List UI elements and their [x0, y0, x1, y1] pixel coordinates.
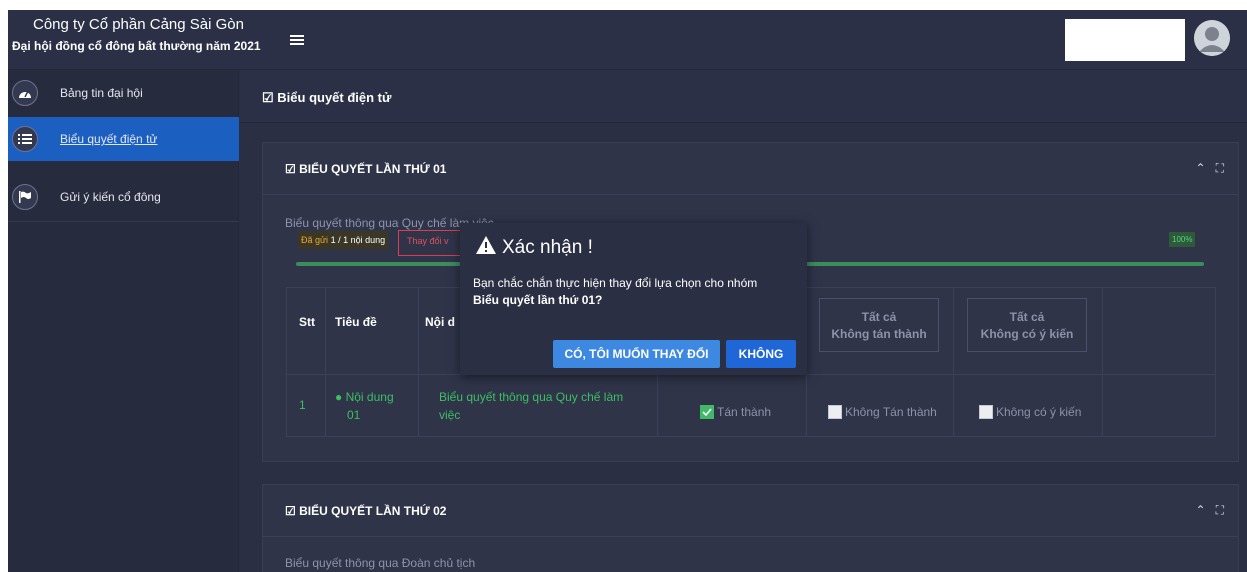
- user-info-box[interactable]: [1065, 19, 1185, 61]
- vote-card-title: ☑ BIỂU QUYẾT LẦN THỨ 02: [285, 504, 447, 518]
- checkbox-icon: [828, 405, 842, 419]
- warning-icon: [476, 236, 496, 260]
- dialog-title: Xác nhận !: [476, 236, 593, 260]
- vote-card-header: ☑ BIỂU QUYẾT LẦN THỨ 02 ⌃ ⛶: [263, 485, 1238, 537]
- fullscreen-icon[interactable]: ⛶: [1216, 503, 1224, 517]
- column-header-stt: Stt: [299, 315, 315, 329]
- company-name: Công ty Cổ phần Cảng Sài Gòn: [33, 16, 244, 33]
- collapse-icon[interactable]: ⌃: [1196, 161, 1206, 175]
- progress-percent: 100%: [1169, 232, 1196, 247]
- row-content: Biểu quyết thông qua Quy chế làm việc: [439, 390, 624, 422]
- sidebar: Bảng tin đại hội Biểu quyết điện tử Gửi …: [8, 71, 239, 572]
- card-tools: ⌃ ⛶: [1196, 503, 1224, 518]
- vote-card-title: ☑ BIỂU QUYẾT LẦN THỨ 01: [285, 162, 447, 176]
- row-stt: 1: [299, 398, 306, 412]
- flag-icon: [12, 184, 38, 210]
- all-disagree-button[interactable]: Tất cả Không tán thành: [819, 298, 939, 352]
- vote-card-2: ☑ BIỂU QUYẾT LẦN THỨ 02 ⌃ ⛶ Biểu quyết t…: [262, 484, 1239, 572]
- sidebar-item-feedback[interactable]: Gửi ý kiến cổ đông: [8, 175, 239, 219]
- sidebar-item-label: Gửi ý kiến cổ đông: [60, 190, 161, 204]
- app-frame: Công ty Cổ phần Cảng Sài Gòn Đại hội đồn…: [8, 10, 1247, 572]
- agree-checkbox[interactable]: Tán thành: [700, 405, 771, 419]
- confirm-dialog: Xác nhận ! Bạn chắc chắn thực hiện thay …: [460, 223, 807, 375]
- user-avatar-icon[interactable]: [1194, 20, 1230, 56]
- column-header-content: Nội d: [425, 315, 455, 329]
- card-tools: ⌃ ⛶: [1196, 161, 1224, 176]
- collapse-icon[interactable]: ⌃: [1196, 503, 1206, 517]
- page-title: ☑ Biểu quyết điện tử: [262, 90, 392, 105]
- dashboard-icon: [12, 80, 38, 106]
- disagree-checkbox[interactable]: Không Tán thành: [828, 405, 937, 419]
- sidebar-item-label: Biểu quyết điện tử: [60, 132, 158, 146]
- column-header-title: Tiêu đề: [335, 315, 377, 329]
- dialog-message: Bạn chắc chắn thực hiện thay đổi lựa chọ…: [473, 276, 758, 307]
- sidebar-item-evote[interactable]: Biểu quyết điện tử: [8, 117, 239, 161]
- check-circle-icon: ●: [335, 390, 343, 404]
- vote-card-header: ☑ BIỂU QUYẾT LẦN THỨ 01 ⌃ ⛶: [263, 143, 1238, 195]
- checkbox-icon: ☑: [285, 504, 296, 518]
- fullscreen-icon[interactable]: ⛶: [1216, 161, 1224, 175]
- all-no-opinion-button[interactable]: Tất cả Không có ý kiến: [967, 298, 1087, 352]
- confirm-button[interactable]: CÓ, TÔI MUỐN THAY ĐỔI: [553, 340, 720, 368]
- meeting-name: Đại hội đồng cổ đông bất thường năm 2021: [12, 39, 261, 53]
- sent-status-badge: Đã gửi 1 / 1 nội dung: [298, 231, 389, 249]
- breadcrumb: ☑ Biểu quyết điện tử: [240, 71, 1247, 123]
- checkbox-icon: ☑: [285, 162, 296, 176]
- row-title: ● Nội dung 01: [335, 390, 394, 422]
- sidebar-item-dashboard[interactable]: Bảng tin đại hội: [8, 71, 239, 115]
- cancel-button[interactable]: KHÔNG: [726, 340, 796, 368]
- sidebar-item-label: Bảng tin đại hội: [60, 86, 143, 100]
- change-vote-button[interactable]: Thay đổi v: [398, 230, 466, 256]
- list-icon: [12, 126, 38, 152]
- vote-subtitle: Biểu quyết thông qua Đoàn chủ tịch: [285, 556, 476, 570]
- checkbox-icon: [979, 405, 993, 419]
- checkbox-icon: ☑: [262, 90, 274, 105]
- checkbox-checked-icon: [700, 405, 714, 419]
- hamburger-menu-icon[interactable]: [290, 35, 304, 47]
- no-opinion-checkbox[interactable]: Không có ý kiến: [979, 405, 1081, 419]
- top-header: Công ty Cổ phần Cảng Sài Gòn Đại hội đồn…: [8, 10, 1247, 70]
